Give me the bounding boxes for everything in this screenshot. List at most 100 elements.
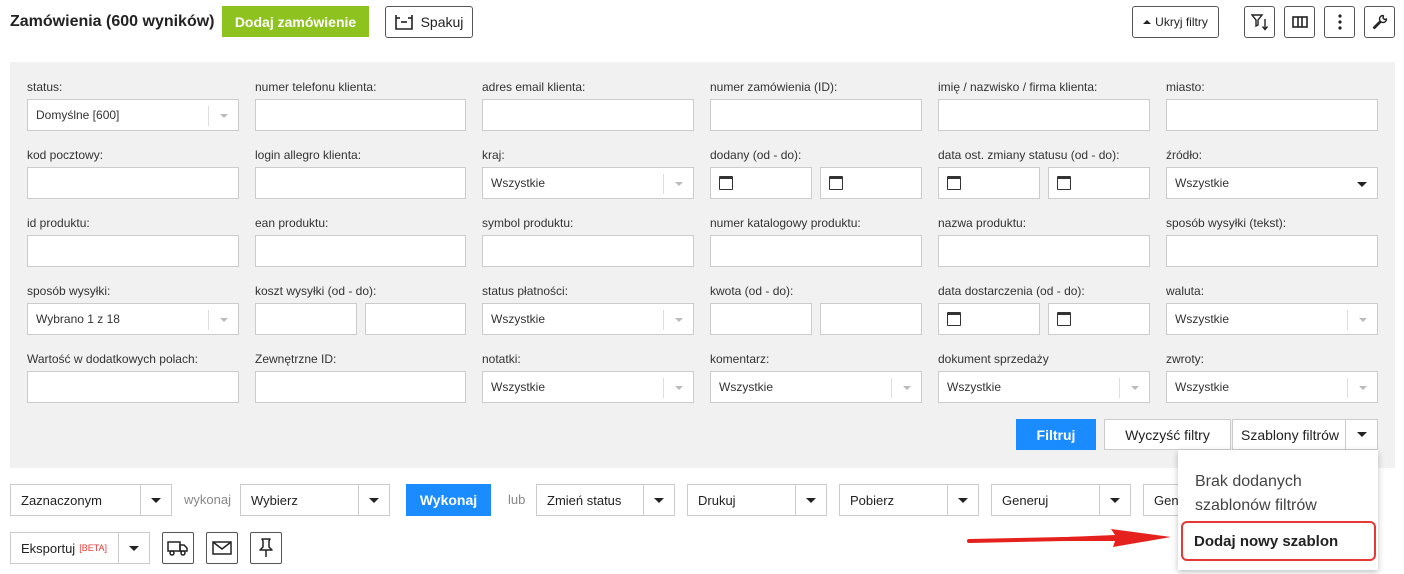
- calendar-icon[interactable]: [947, 312, 961, 326]
- extra-fields-label: Wartość w dodatkowych polach:: [27, 352, 198, 366]
- email-label: adres email klienta:: [482, 80, 586, 94]
- filter-sort-icon: [1250, 14, 1268, 31]
- email-input[interactable]: [482, 99, 694, 131]
- catalog-no-label: numer katalogowy produktu:: [710, 216, 861, 230]
- settings-button[interactable]: [1364, 6, 1395, 38]
- notes-select[interactable]: Wszystkie: [482, 371, 694, 403]
- delivery-from-input[interactable]: [938, 303, 1040, 335]
- product-name-input[interactable]: [938, 235, 1150, 267]
- shipping-label: sposób wysyłki:: [27, 284, 111, 298]
- comment-select[interactable]: Wszystkie: [710, 371, 922, 403]
- pack-button[interactable]: Spakuj: [385, 6, 473, 38]
- payment-status-select[interactable]: Wszystkie: [482, 303, 694, 335]
- country-select[interactable]: Wszystkie: [482, 167, 694, 199]
- name-input[interactable]: [938, 99, 1150, 131]
- chevron-down-icon: [118, 533, 149, 563]
- order-id-input[interactable]: [710, 99, 922, 131]
- chevron-down-icon[interactable]: [1345, 420, 1377, 449]
- chevron-down-icon: [208, 310, 238, 330]
- added-from-input[interactable]: [710, 167, 812, 199]
- sales-doc-select[interactable]: Wszystkie: [938, 371, 1150, 403]
- add-order-button[interactable]: Dodaj zamówienie: [222, 6, 369, 37]
- returns-select[interactable]: Wszystkie: [1166, 371, 1378, 403]
- top-bar: Zamówienia (600 wyników) Dodaj zamówieni…: [0, 0, 1404, 44]
- symbol-input[interactable]: [482, 235, 694, 267]
- execute-text: wykonaj: [184, 492, 231, 507]
- wrench-icon: [1372, 14, 1387, 30]
- name-label: imię / nazwisko / firma klienta:: [938, 80, 1098, 94]
- status-change-to-input[interactable]: [1048, 167, 1150, 199]
- phone-input[interactable]: [255, 99, 466, 131]
- shipping-text-label: sposób wysyłki (tekst):: [1166, 216, 1287, 230]
- postcode-input[interactable]: [27, 167, 239, 199]
- annotation-arrow: [967, 529, 1171, 547]
- shipping-button[interactable]: [162, 532, 194, 564]
- pin-button[interactable]: [250, 532, 282, 564]
- amount-to-input[interactable]: [820, 303, 922, 335]
- change-status-select[interactable]: Zmień status: [536, 484, 675, 516]
- calendar-icon[interactable]: [1057, 176, 1071, 190]
- execute-button[interactable]: Wykonaj: [406, 484, 491, 516]
- allegro-login-input[interactable]: [255, 167, 466, 199]
- export-label: Eksportuj: [21, 540, 76, 556]
- filter-button[interactable]: Filtruj: [1016, 419, 1096, 450]
- no-templates-text: Brak dodanych szablonów filtrów: [1195, 473, 1317, 514]
- box-icon: [394, 15, 413, 30]
- country-label: kraj:: [482, 148, 505, 162]
- shipping-select[interactable]: Wybrano 1 z 18: [27, 303, 239, 335]
- calendar-icon[interactable]: [829, 176, 843, 190]
- page-title: Zamówienia (600 wyników): [10, 13, 215, 30]
- selected-scope-value: Zaznaczonym: [21, 492, 102, 508]
- symbol-label: symbol produktu:: [482, 216, 574, 230]
- more-options-button[interactable]: [1324, 6, 1355, 38]
- status-select[interactable]: Domyślne [600]: [27, 99, 239, 131]
- postcode-label: kod pocztowy:: [27, 148, 104, 162]
- added-to-input[interactable]: [820, 167, 922, 199]
- hide-filters-button[interactable]: Ukryj filtry: [1132, 6, 1219, 38]
- status-change-from-input[interactable]: [938, 167, 1040, 199]
- external-id-input[interactable]: [255, 371, 466, 403]
- email-button[interactable]: [206, 532, 238, 564]
- selected-scope-select[interactable]: Zaznaczonym: [10, 484, 172, 516]
- print-select[interactable]: Drukuj: [687, 484, 827, 516]
- envelope-icon: [212, 541, 232, 555]
- status-change-label: data ost. zmiany statusu (od - do):: [938, 148, 1120, 162]
- truck-icon: [167, 541, 188, 556]
- filter-sort-button[interactable]: [1244, 6, 1275, 38]
- external-id-label: Zewnętrzne ID:: [255, 352, 337, 366]
- shipping-cost-from-input[interactable]: [255, 303, 357, 335]
- generate-select[interactable]: Generuj: [991, 484, 1131, 516]
- download-select[interactable]: Pobierz: [839, 484, 979, 516]
- city-input[interactable]: [1166, 99, 1378, 131]
- filter-templates-button[interactable]: Szablony filtrów: [1232, 419, 1378, 450]
- city-label: miasto:: [1166, 80, 1205, 94]
- pin-icon: [259, 538, 273, 557]
- calendar-icon[interactable]: [947, 176, 961, 190]
- add-template-item[interactable]: Dodaj nowy szablon: [1181, 521, 1376, 561]
- export-select[interactable]: Eksportuj [BETA]: [10, 532, 150, 564]
- filter-templates-dropdown: Brak dodanych szablonów filtrów Dodaj no…: [1178, 450, 1378, 570]
- delivery-to-input[interactable]: [1048, 303, 1150, 335]
- ean-input[interactable]: [255, 235, 466, 267]
- returns-label: zwroty:: [1166, 352, 1205, 366]
- product-id-input[interactable]: [27, 235, 239, 267]
- chevron-down-icon: [358, 485, 389, 515]
- calendar-icon[interactable]: [719, 176, 733, 190]
- amount-from-input[interactable]: [710, 303, 812, 335]
- clear-filters-button[interactable]: Wyczyść filtry: [1104, 419, 1231, 450]
- chevron-down-icon: [1099, 485, 1130, 515]
- calendar-icon[interactable]: [1057, 312, 1071, 326]
- extra-fields-input[interactable]: [27, 371, 239, 403]
- action-select[interactable]: Wybierz: [240, 484, 390, 516]
- status-value: Domyślne [600]: [36, 108, 120, 122]
- source-select[interactable]: Wszystkie: [1166, 167, 1378, 199]
- chevron-down-icon: [140, 485, 171, 515]
- notes-value: Wszystkie: [491, 380, 545, 394]
- currency-select[interactable]: Wszystkie: [1166, 303, 1378, 335]
- shipping-cost-to-input[interactable]: [365, 303, 466, 335]
- shipping-text-input[interactable]: [1166, 235, 1378, 267]
- catalog-no-input[interactable]: [710, 235, 922, 267]
- chevron-down-icon: [663, 174, 693, 194]
- action-value: Wybierz: [251, 492, 298, 508]
- columns-button[interactable]: [1284, 6, 1315, 38]
